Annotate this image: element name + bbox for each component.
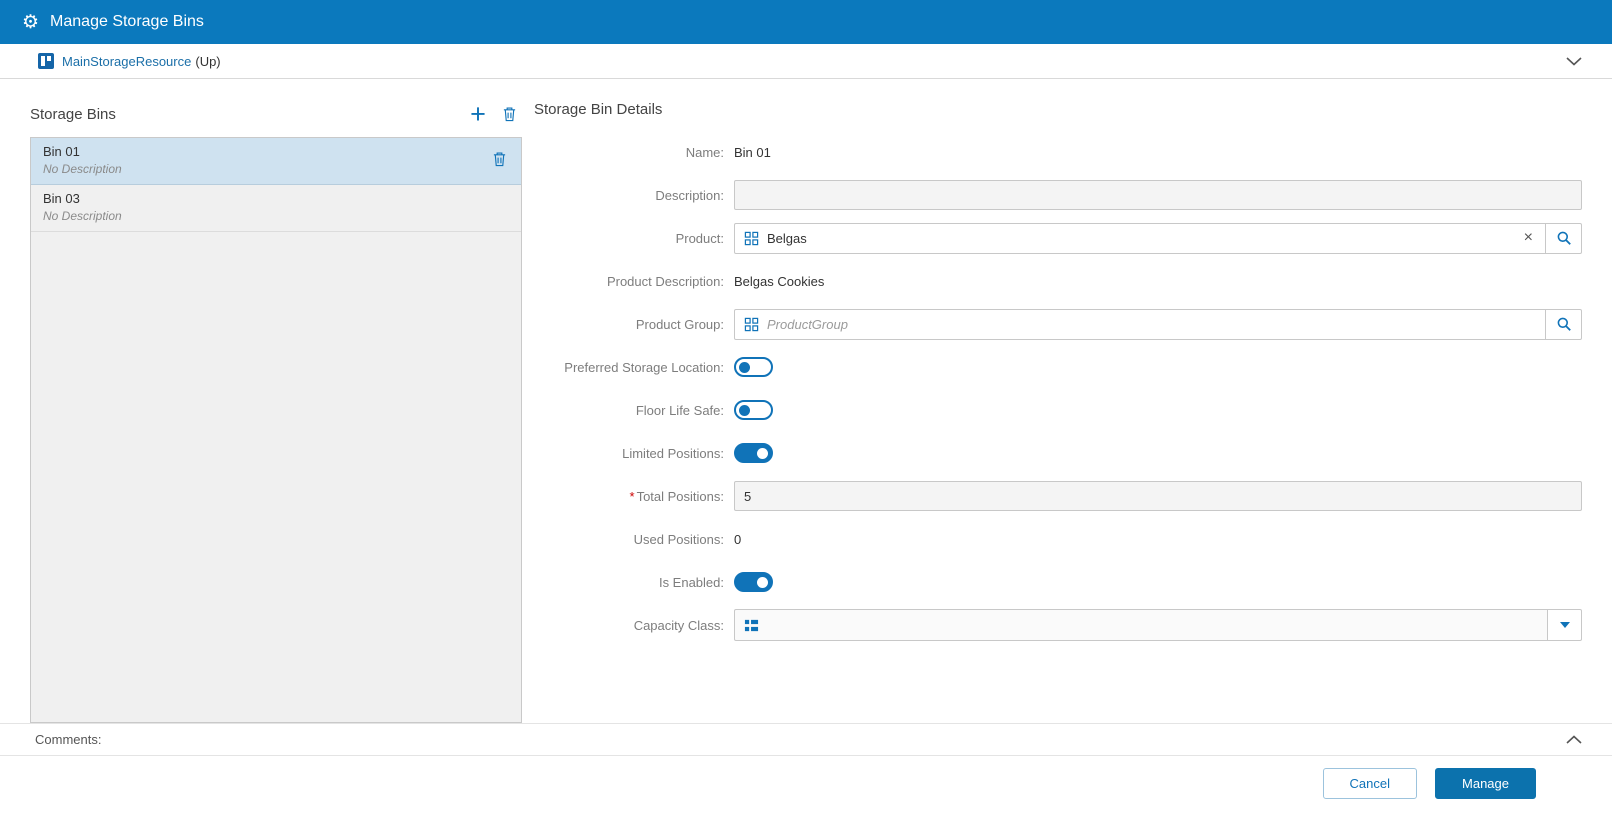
details-title: Storage Bin Details (534, 101, 663, 118)
toggle-knob (757, 576, 768, 588)
cancel-button[interactable]: Cancel (1322, 768, 1418, 799)
product-group-placeholder: ProductGroup (767, 316, 848, 332)
bin-name: Bin 03 (43, 191, 80, 206)
capacity-class-icon (744, 618, 759, 633)
row-product-group: Product Group: ProductGroup (534, 308, 1582, 340)
description-input[interactable] (734, 180, 1582, 210)
is-enabled-toggle[interactable] (734, 572, 773, 592)
product-label: Product: (675, 230, 724, 246)
product-value: Belgas (767, 230, 807, 246)
floor-life-safe-toggle[interactable] (734, 400, 773, 420)
breadcrumb-link[interactable]: MainStorageResource (62, 54, 191, 69)
storage-bins-title: Storage Bins (30, 105, 116, 123)
toggle-knob (757, 447, 768, 459)
capacity-class-label: Capacity Class: (633, 617, 724, 633)
comments-section: Comments: (0, 723, 1612, 756)
row-product: Product: Belgas × (534, 222, 1582, 254)
product-group-icon (744, 317, 759, 332)
add-bin-button[interactable]: + (464, 101, 492, 128)
total-positions-input[interactable] (734, 481, 1582, 511)
product-description-value: Belgas Cookies (734, 273, 825, 289)
row-name: Name: Bin 01 (534, 137, 1582, 167)
list-item-bin-01[interactable]: Bin 01 No Description (31, 138, 521, 185)
product-input[interactable]: Belgas × (734, 222, 1546, 254)
preferred-storage-location-label: Preferred Storage Location: (564, 359, 724, 375)
required-asterisk: * (629, 488, 635, 504)
is-enabled-label: Is Enabled: (658, 574, 724, 590)
row-total-positions: * Total Positions: (534, 481, 1582, 511)
product-search-button[interactable] (1545, 222, 1582, 254)
caret-down-icon (1559, 622, 1570, 628)
bin-description: No Description (43, 162, 122, 176)
description-label: Description: (655, 187, 724, 203)
chevron-up-icon[interactable] (1566, 734, 1582, 745)
row-product-description: Product Description: Belgas Cookies (534, 266, 1582, 296)
row-limited-positions: Limited Positions: (534, 438, 1582, 468)
product-icon (744, 231, 759, 246)
row-is-enabled: Is Enabled: (534, 567, 1582, 597)
storage-bin-details-panel: Storage Bin Details Name: Bin 01 Descrip… (522, 101, 1582, 723)
capacity-class-field[interactable] (734, 609, 1548, 641)
product-group-search-button[interactable] (1545, 308, 1582, 340)
resource-icon (38, 53, 54, 69)
total-positions-label: * Total Positions: (629, 488, 725, 504)
breadcrumb: MainStorageResource (Up) (0, 44, 1612, 79)
used-positions-label: Used Positions: (633, 531, 724, 547)
page-title: Manage Storage Bins (50, 13, 204, 30)
storage-bins-panel: Storage Bins + Bin 01 No Description Bin… (30, 101, 522, 723)
name-label: Name: (685, 144, 724, 160)
name-value: Bin 01 (734, 144, 771, 160)
used-positions-value: 0 (734, 531, 742, 547)
row-preferred-storage-location: Preferred Storage Location: (534, 352, 1582, 382)
toggle-knob (739, 404, 750, 416)
bin-description: No Description (43, 209, 122, 223)
capacity-class-dropdown-button[interactable] (1547, 609, 1582, 641)
row-used-positions: Used Positions: 0 (534, 524, 1582, 554)
row-description: Description: (534, 180, 1582, 210)
row-trash-icon[interactable] (492, 151, 507, 167)
preferred-storage-location-toggle[interactable] (734, 357, 773, 377)
chevron-down-icon[interactable] (1566, 56, 1582, 66)
list-item-bin-03[interactable]: Bin 03 No Description (31, 185, 521, 232)
breadcrumb-suffix: (Up) (195, 53, 221, 69)
footer: Cancel Manage (0, 756, 1612, 831)
main-content: Storage Bins + Bin 01 No Description Bin… (0, 79, 1612, 723)
bin-name: Bin 01 (43, 144, 80, 159)
toggle-knob (739, 361, 750, 373)
product-group-label: Product Group: (635, 316, 724, 332)
gear-icon: ⚙ (22, 11, 40, 33)
delete-bin-button[interactable] (496, 106, 522, 122)
product-group-input[interactable]: ProductGroup (734, 308, 1546, 340)
limited-positions-toggle[interactable] (734, 443, 773, 463)
comments-label: Comments: (35, 732, 102, 747)
row-capacity-class: Capacity Class: (534, 609, 1582, 641)
limited-positions-label: Limited Positions: (622, 445, 724, 461)
manage-button[interactable]: Manage (1435, 768, 1536, 799)
storage-bins-header: Storage Bins + (30, 101, 522, 128)
row-floor-life-safe: Floor Life Safe: (534, 395, 1582, 425)
floor-life-safe-label: Floor Life Safe: (635, 402, 724, 418)
bin-list: Bin 01 No Description Bin 03 No Descript… (30, 137, 522, 723)
product-description-label: Product Description: (606, 273, 724, 289)
app-header: ⚙ Manage Storage Bins (0, 0, 1612, 44)
clear-icon[interactable]: × (1521, 230, 1536, 246)
